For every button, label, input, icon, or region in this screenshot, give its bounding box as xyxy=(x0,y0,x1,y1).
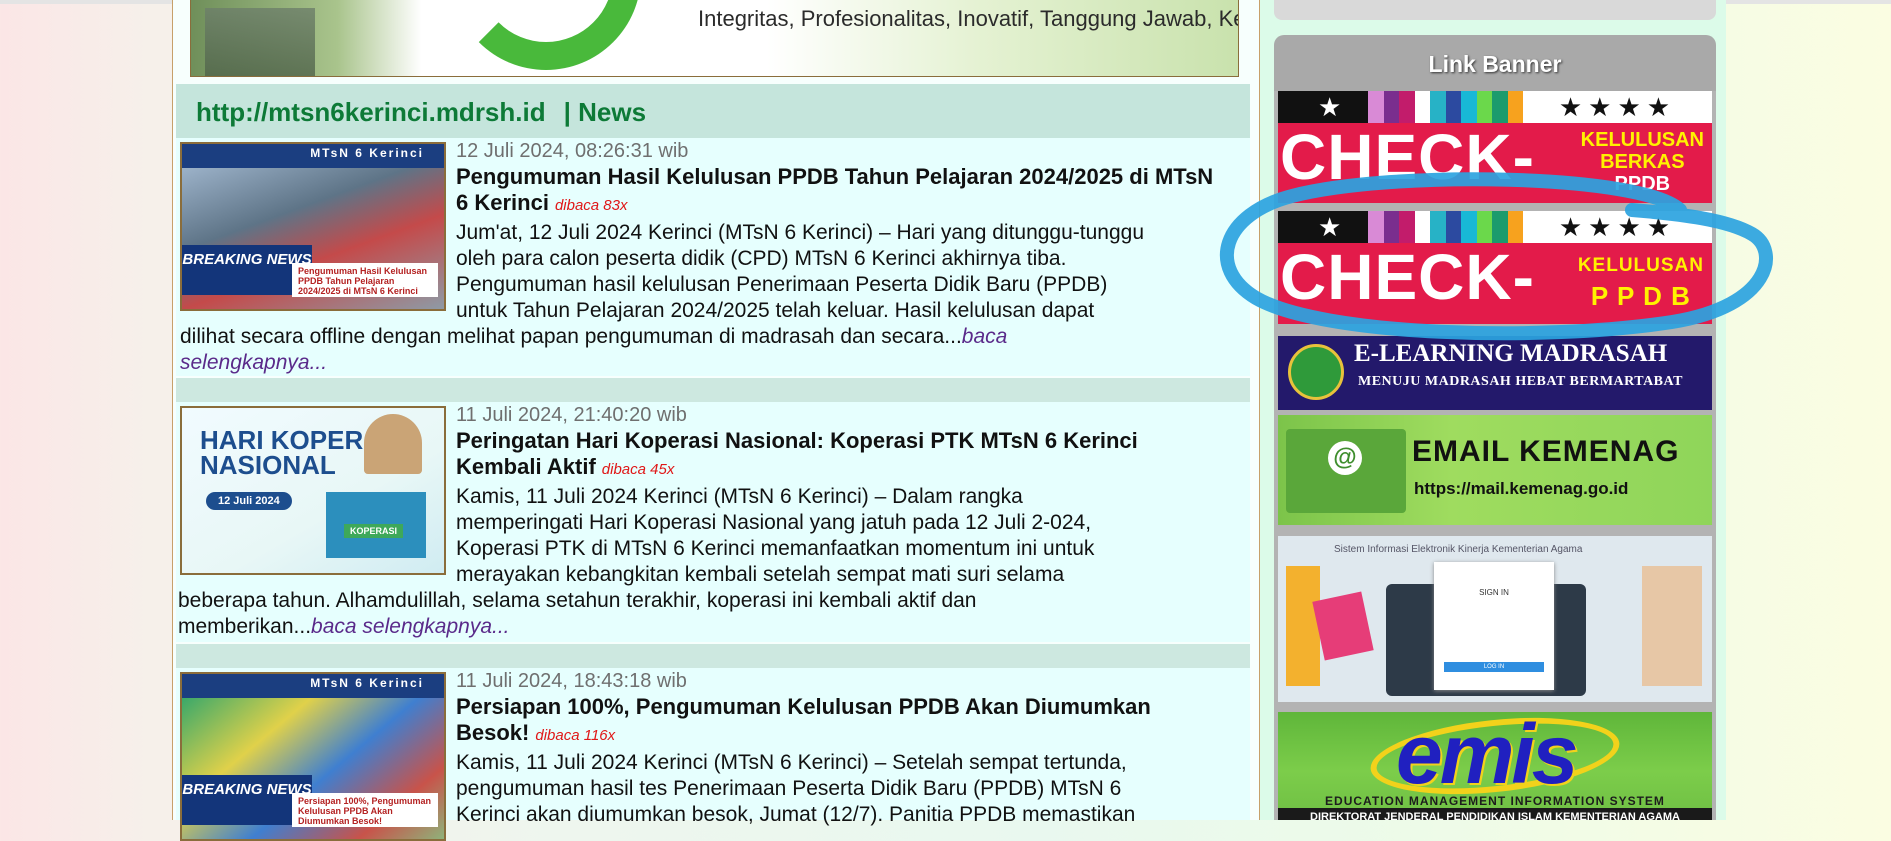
news-title[interactable]: Persiapan 100%, Pengumuman Kelulusan PPD… xyxy=(456,694,1226,749)
news-section-label: | News xyxy=(563,97,647,127)
news-item: HARI KOPERASI NASIONAL 12 Juli 2024 KOPE… xyxy=(176,402,1250,642)
email-title: EMAIL KEMENAG xyxy=(1412,435,1680,468)
view-count: dibaca 83x xyxy=(554,197,628,214)
emis-logo: emis xyxy=(1396,712,1578,801)
banner-subtext: KELULUSAN P P D B xyxy=(1578,251,1704,311)
thumbnail-caption: Pengumuman Hasil Kelulusan PPDB Tahun Pe… xyxy=(292,263,438,297)
thumbnail-caption: Persiapan 100%, Pengumuman Kelulusan PPD… xyxy=(292,793,438,827)
check-kelulusan-berkas-banner[interactable]: ★ ★★★★ CHECK- KELULUSAN BERKAS PPDB xyxy=(1278,91,1712,203)
sidebar-top-box xyxy=(1274,0,1716,20)
banner-stripe: ★ ★★★★ xyxy=(1278,91,1712,123)
excerpt-line: Kamis, 11 Juli 2024 Kerinci (MTsN 6 Keri… xyxy=(456,485,1023,508)
thumbnail-header: MTsN 6 Kerinci xyxy=(182,674,444,698)
emis-title: EDUCATION MANAGEMENT INFORMATION SYSTEM xyxy=(1325,794,1665,808)
view-count: dibaca 116x xyxy=(535,727,616,744)
news-thumbnail[interactable]: MTsN 6 Kerinci BREAKING NEWS Pengumuman … xyxy=(180,142,446,311)
news-thumbnail[interactable]: MTsN 6 Kerinci BREAKING NEWS Persiapan 1… xyxy=(180,672,446,841)
excerpt-line: beberapa tahun. Alhamdulillah, selama se… xyxy=(178,589,977,612)
document-illustration xyxy=(1286,566,1320,686)
excerpt-line: Koperasi PTK di MTsN 6 Kerinci memanfaat… xyxy=(456,537,1095,560)
star-icon: ★ xyxy=(1318,92,1342,122)
excerpt-line: oleh para calon peserta didik (CPD) MTsN… xyxy=(456,247,1067,270)
banner-logo-ring xyxy=(451,0,641,70)
star-icon: ★★★★ xyxy=(1558,212,1677,242)
banner-subtext-line: BERKAS xyxy=(1600,151,1685,173)
desk-illustration xyxy=(1642,566,1702,686)
banner-subtext-line: P P D B xyxy=(1590,281,1691,311)
cooperative-house-icon: KOPERASI xyxy=(326,492,426,558)
banner-slogan: Integritas, Profesionalitas, Inovatif, T… xyxy=(698,6,1238,31)
item-separator xyxy=(176,378,1250,402)
banner-star-block: ★ xyxy=(1278,211,1368,243)
header-banner[interactable]: Integritas, Profesionalitas, Inovatif, T… xyxy=(190,0,1239,77)
banner-check-text: CHECK- xyxy=(1280,241,1535,313)
excerpt-line: Kamis, 11 Juli 2024 Kerinci (MTsN 6 Keri… xyxy=(456,751,1127,774)
news-thumbnail[interactable]: HARI KOPERASI NASIONAL 12 Juli 2024 KOPE… xyxy=(180,406,446,575)
banner-check-text: CHECK- xyxy=(1280,121,1535,193)
signin-card: SIGN IN LOG IN xyxy=(1434,562,1554,690)
excerpt-line: pengumuman hasil tes Penerimaan Peserta … xyxy=(456,777,1122,800)
excerpt-line: untuk Tahun Pelajaran 2024/2025 telah ke… xyxy=(456,299,1095,322)
banner-subtext-line: KELULUSAN xyxy=(1580,129,1704,151)
news-date: 11 Juli 2024, 18:43:18 wib xyxy=(456,670,687,692)
excerpt-line: Pengumuman hasil kelulusan Penerimaan Pe… xyxy=(456,273,1108,296)
read-more-link[interactable]: selengkapnya... xyxy=(180,350,327,376)
house-label: KOPERASI xyxy=(344,524,404,538)
signin-label: SIGN IN xyxy=(1479,588,1509,597)
news-item: MTsN 6 Kerinci BREAKING NEWS Persiapan 1… xyxy=(176,668,1250,841)
thumbnail-header: MTsN 6 Kerinci xyxy=(182,144,444,168)
check-kelulusan-ppdb-banner[interactable]: ★ ★★★★ CHECK- KELULUSAN P P D B xyxy=(1278,211,1712,324)
e-kinerja-banner[interactable]: Sistem Informasi Elektronik Kinerja Keme… xyxy=(1278,536,1712,702)
emis-subtitle: DIREKTORAT JENDERAL PENDIDIKAN ISLAM KEM… xyxy=(1278,808,1712,820)
excerpt-text: dilihat secara offline dengan melihat pa… xyxy=(180,325,962,348)
kemenag-logo-icon xyxy=(1288,344,1344,400)
view-count: dibaca 45x xyxy=(601,461,675,478)
excerpt-line: memberikan...baca selengkapnya... xyxy=(178,614,510,640)
elearning-title: E-LEARNING MADRASAH xyxy=(1354,340,1668,367)
folder-illustration xyxy=(1312,591,1374,661)
excerpt-line: Kerinci akan diumumkan besok, Jumat (12/… xyxy=(456,803,1136,826)
thumbnail-date: 12 Juli 2024 xyxy=(206,492,292,510)
news-title[interactable]: Peringatan Hari Koperasi Nasional: Koper… xyxy=(456,428,1226,483)
star-icon: ★ xyxy=(1318,212,1342,242)
login-button-illustration: LOG IN xyxy=(1444,662,1544,672)
banner-subtext: KELULUSAN BERKAS PPDB xyxy=(1581,129,1704,195)
ekinerja-heading: Sistem Informasi Elektronik Kinerja Keme… xyxy=(1334,544,1583,555)
sidebar-title: Link Banner xyxy=(1274,35,1716,91)
email-kemenag-banner[interactable]: @ EMAIL KEMENAG https://mail.kemenag.go.… xyxy=(1278,415,1712,525)
e-learning-madrasah-banner[interactable]: E-LEARNING MADRASAH MENUJU MADRASAH HEBA… xyxy=(1278,336,1712,410)
news-date: 11 Juli 2024, 21:40:20 wib xyxy=(456,404,687,426)
elearning-tagline: MENUJU MADRASAH HEBAT BERMARTABAT xyxy=(1358,374,1683,389)
star-icon: ★★★★ xyxy=(1558,92,1677,122)
read-more-link[interactable]: baca xyxy=(962,325,1008,348)
banner-star-block: ★ xyxy=(1278,91,1368,123)
banner-photo xyxy=(205,8,315,76)
item-separator xyxy=(176,644,1250,668)
excerpt-line: dilihat secara offline dengan melihat pa… xyxy=(180,324,1007,350)
thumbnail-person xyxy=(364,414,422,474)
news-header: http://mtsn6kerinci.mdrsh.id | News xyxy=(176,84,1250,138)
news-date: 12 Juli 2024, 08:26:31 wib xyxy=(456,140,689,162)
email-url: https://mail.kemenag.go.id xyxy=(1414,479,1629,498)
banner-stripe: ★ ★★★★ xyxy=(1278,211,1712,243)
news-title[interactable]: Pengumuman Hasil Kelulusan PPDB Tahun Pe… xyxy=(456,164,1226,219)
excerpt-line: memperingati Hari Koperasi Nasional yang… xyxy=(456,511,1092,534)
site-link[interactable]: http://mtsn6kerinci.mdrsh.id xyxy=(196,97,546,127)
at-sign-icon: @ xyxy=(1328,441,1362,475)
excerpt-line: Jum'at, 12 Juli 2024 Kerinci (MTsN 6 Ker… xyxy=(456,221,1145,244)
emis-banner[interactable]: emis EDUCATION MANAGEMENT INFORMATION SY… xyxy=(1278,712,1712,820)
excerpt-line: merayakan kebangkitan kembali setelah se… xyxy=(456,563,1065,586)
news-title-text[interactable]: Peringatan Hari Koperasi Nasional: Koper… xyxy=(456,428,1138,479)
banner-subtext-line: KELULUSAN xyxy=(1577,255,1704,276)
read-more-link[interactable]: baca selengkapnya... xyxy=(311,615,509,638)
news-item: MTsN 6 Kerinci BREAKING NEWS Pengumuman … xyxy=(176,138,1250,376)
banner-subtext-line: PPDB xyxy=(1614,173,1671,195)
excerpt-text: memberikan... xyxy=(178,615,312,638)
envelope-icon: @ xyxy=(1286,429,1406,513)
